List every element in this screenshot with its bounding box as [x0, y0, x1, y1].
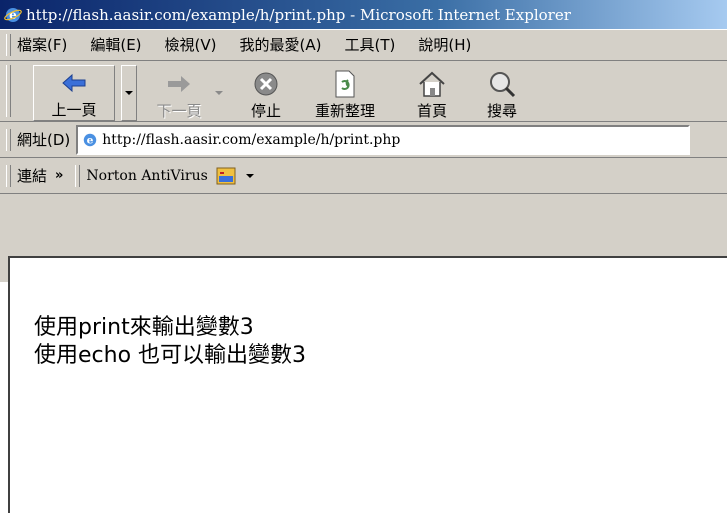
- refresh-icon: [330, 69, 360, 99]
- title-bar: e http://flash.aasir.com/example/h/print…: [0, 0, 727, 29]
- home-button[interactable]: 首頁: [405, 65, 459, 121]
- chevron-down-icon: [215, 91, 223, 95]
- ie-icon: e: [4, 7, 22, 22]
- standard-toolbar: 上一頁 下一頁 停止 重新整理 首頁 搜尋: [0, 61, 727, 122]
- refresh-button[interactable]: 重新整理: [299, 65, 391, 121]
- output-line-print: 使用print來輸出變數3: [34, 315, 254, 340]
- chevron-down-icon: [125, 91, 133, 95]
- search-icon: [487, 69, 517, 99]
- norton-antivirus-label: Norton AntiVirus: [86, 167, 208, 184]
- menu-favorites[interactable]: 我的最愛(A): [240, 34, 322, 55]
- menu-edit[interactable]: 編輯(E): [90, 34, 141, 55]
- toolbar-grip[interactable]: [6, 33, 11, 56]
- refresh-label: 重新整理: [314, 102, 375, 120]
- back-label: 上一頁: [51, 101, 97, 119]
- toolbar-grip[interactable]: [75, 164, 81, 187]
- links-bar: 連結 » Norton AntiVirus: [0, 158, 727, 194]
- toolbar-grip[interactable]: [6, 164, 11, 187]
- page-icon: e: [84, 133, 97, 146]
- window-title: http://flash.aasir.com/example/h/print.p…: [26, 5, 571, 24]
- toolbar-grip[interactable]: [6, 65, 11, 117]
- menu-tools[interactable]: 工具(T): [344, 34, 395, 55]
- home-label: 首頁: [416, 102, 447, 120]
- stop-label: 停止: [250, 102, 281, 120]
- back-button[interactable]: 上一頁: [33, 65, 115, 121]
- address-value: http://flash.aasir.com/example/h/print.p…: [102, 131, 401, 148]
- search-label: 搜尋: [486, 102, 517, 120]
- address-label: 網址(D): [17, 131, 71, 149]
- address-input[interactable]: e http://flash.aasir.com/example/h/print…: [76, 124, 691, 155]
- page-content: 使用print來輸出變數3 使用echo 也可以輸出變數3: [8, 256, 727, 513]
- search-button[interactable]: 搜尋: [475, 65, 529, 121]
- menu-view[interactable]: 檢視(V): [165, 34, 217, 55]
- norton-icon[interactable]: [216, 167, 236, 185]
- forward-button[interactable]: 下一頁: [149, 65, 209, 121]
- forward-dropdown-button[interactable]: [211, 65, 227, 121]
- address-bar: 網址(D) e http://flash.aasir.com/example/h…: [0, 122, 727, 158]
- svg-text:e: e: [87, 133, 94, 146]
- chevron-down-icon[interactable]: [245, 173, 254, 178]
- toolbar-grip[interactable]: [6, 128, 11, 151]
- home-icon: [417, 69, 447, 99]
- back-dropdown-button[interactable]: [121, 65, 137, 121]
- browser-chrome: 檔案(F) 編輯(E) 檢視(V) 我的最愛(A) 工具(T) 說明(H) 上一…: [0, 29, 727, 282]
- stop-icon: [251, 69, 281, 99]
- menu-file[interactable]: 檔案(F): [17, 34, 67, 55]
- links-label: 連結: [17, 167, 48, 185]
- output-line-echo: 使用echo 也可以輸出變數3: [34, 343, 307, 368]
- menu-bar: 檔案(F) 編輯(E) 檢視(V) 我的最愛(A) 工具(T) 說明(H): [0, 29, 727, 61]
- menu-help[interactable]: 說明(H): [418, 34, 471, 55]
- stop-button[interactable]: 停止: [239, 65, 293, 121]
- forward-arrow-icon: [164, 69, 194, 99]
- links-chevron-icon[interactable]: »: [55, 168, 63, 183]
- forward-label: 下一頁: [156, 102, 202, 120]
- back-arrow-icon: [59, 68, 89, 98]
